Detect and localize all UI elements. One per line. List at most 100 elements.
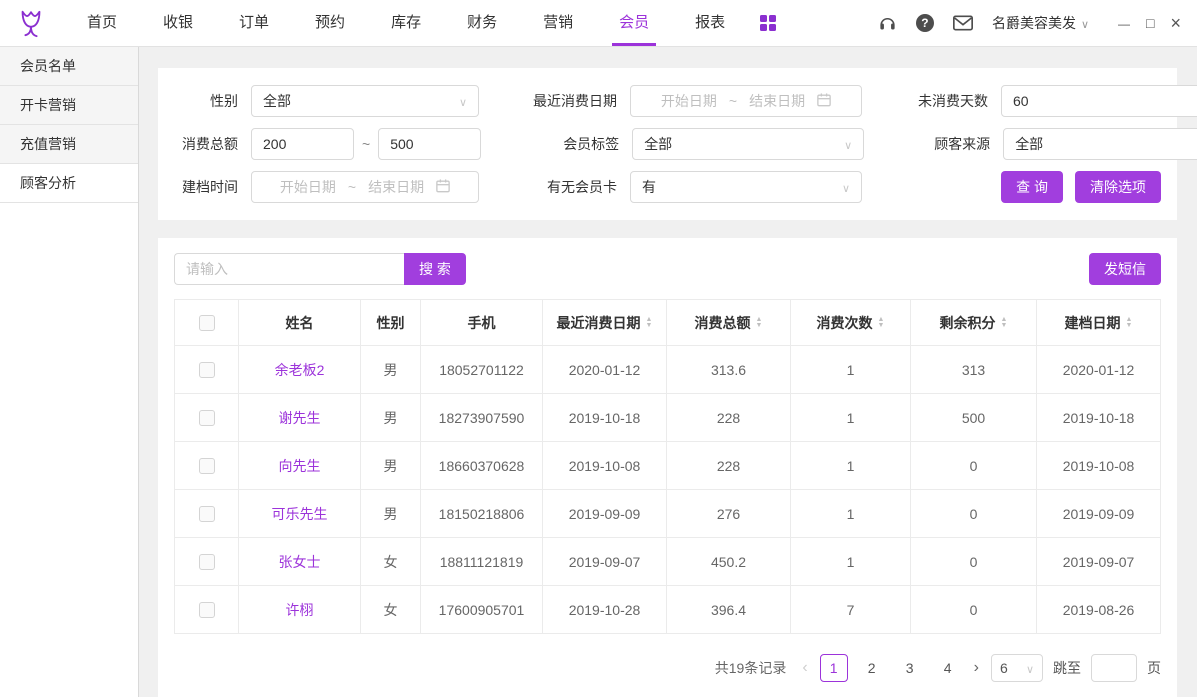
minimize-button[interactable] xyxy=(1118,16,1130,30)
total-cell: 396.4 xyxy=(667,586,791,634)
recent-date-range[interactable]: 开始日期 ~ 结束日期 xyxy=(630,85,862,117)
created-date-range[interactable]: 开始日期 ~ 结束日期 xyxy=(251,171,479,203)
sidebar-item-recharge-marketing[interactable]: 充值营销 xyxy=(0,125,138,164)
prev-page-button[interactable] xyxy=(800,659,809,677)
chevron-down-icon xyxy=(842,179,850,195)
sidebar-item-customer-analysis[interactable]: 顾客分析 xyxy=(0,164,138,203)
total-max-input[interactable] xyxy=(378,128,481,160)
table-header-row: 姓名 性别 手机 最近消费日期 消费总额 消费次数 剩余积分 建档日期 xyxy=(175,300,1161,346)
app-logo-icon[interactable] xyxy=(16,7,46,39)
points-cell: 0 xyxy=(911,538,1037,586)
clear-options-button[interactable]: 清除选项 xyxy=(1075,171,1161,203)
page-suffix: 页 xyxy=(1147,658,1161,678)
page-button-4[interactable]: 4 xyxy=(934,654,962,682)
table-row: 余老板2 男 18052701122 2020-01-12 313.6 1 31… xyxy=(175,346,1161,394)
count-cell: 1 xyxy=(791,442,911,490)
sidebar-item-card-marketing[interactable]: 开卡营销 xyxy=(0,86,138,125)
select-all-checkbox[interactable] xyxy=(199,315,215,331)
gender-cell: 男 xyxy=(361,346,421,394)
member-name-link[interactable]: 向先生 xyxy=(239,442,361,490)
member-name-link[interactable]: 谢先生 xyxy=(239,394,361,442)
row-checkbox[interactable] xyxy=(199,362,215,378)
row-checkbox[interactable] xyxy=(199,506,215,522)
member-name-link[interactable]: 余老板2 xyxy=(239,346,361,394)
sidebar: 会员名单 开卡营销 充值营销 顾客分析 xyxy=(0,47,139,697)
send-sms-button[interactable]: 发短信 xyxy=(1089,253,1161,285)
nav-item-cashier[interactable]: 收银 xyxy=(140,0,216,46)
main-content: 性别 全部 最近消费日期 开始日期 ~ 结束日期 未消费天数 xyxy=(139,47,1197,697)
member-name-link[interactable]: 张女士 xyxy=(239,538,361,586)
sort-icon[interactable] xyxy=(1001,317,1008,329)
last-date-cell: 2019-09-07 xyxy=(543,538,667,586)
member-tag-label: 会员标签 xyxy=(523,134,619,154)
sort-icon[interactable] xyxy=(1126,317,1133,329)
row-checkbox[interactable] xyxy=(199,458,215,474)
col-header-points[interactable]: 剩余积分 xyxy=(911,300,1037,346)
sidebar-item-member-list[interactable]: 会员名单 xyxy=(0,47,138,86)
table-row: 可乐先生 男 18150218806 2019-09-09 276 1 0 20… xyxy=(175,490,1161,538)
maximize-button[interactable] xyxy=(1146,16,1154,30)
nav-item-finance[interactable]: 财务 xyxy=(444,0,520,46)
table-row: 向先生 男 18660370628 2019-10-08 228 1 0 201… xyxy=(175,442,1161,490)
col-header-created[interactable]: 建档日期 xyxy=(1037,300,1161,346)
page-button-2[interactable]: 2 xyxy=(858,654,886,682)
table-row: 许栩 女 17600905701 2019-10-28 396.4 7 0 20… xyxy=(175,586,1161,634)
page-button-3[interactable]: 3 xyxy=(896,654,924,682)
created-cell: 2019-08-26 xyxy=(1037,586,1161,634)
search-input[interactable] xyxy=(174,253,404,285)
gender-label: 性别 xyxy=(174,91,238,111)
col-header-count[interactable]: 消费次数 xyxy=(791,300,911,346)
nav-item-reports[interactable]: 报表 xyxy=(672,0,748,46)
row-checkbox[interactable] xyxy=(199,410,215,426)
search-button[interactable]: 搜 索 xyxy=(404,253,466,285)
nav-item-home[interactable]: 首页 xyxy=(64,0,140,46)
customer-source-select[interactable]: 全部 xyxy=(1003,128,1197,160)
mail-icon[interactable] xyxy=(953,15,973,31)
gender-cell: 女 xyxy=(361,586,421,634)
no-consume-days-input[interactable] xyxy=(1001,85,1197,117)
next-page-button[interactable] xyxy=(972,659,981,677)
col-header-total[interactable]: 消费总额 xyxy=(667,300,791,346)
total-cell: 228 xyxy=(667,442,791,490)
total-cell: 450.2 xyxy=(667,538,791,586)
calendar-icon xyxy=(436,179,450,196)
apps-grid-icon[interactable] xyxy=(760,15,776,31)
pagination: 共19条记录 1 2 3 4 6 跳至 页 xyxy=(174,654,1161,682)
nav-item-members[interactable]: 会员 xyxy=(596,0,672,46)
jump-page-input[interactable] xyxy=(1091,654,1137,682)
sort-icon[interactable] xyxy=(646,317,653,329)
phone-cell: 18811121819 xyxy=(421,538,543,586)
sort-icon[interactable] xyxy=(756,317,763,329)
gender-select[interactable]: 全部 xyxy=(251,85,479,117)
total-min-input[interactable] xyxy=(251,128,354,160)
gender-cell: 男 xyxy=(361,490,421,538)
has-card-value: 有 xyxy=(642,177,656,197)
nav-item-orders[interactable]: 订单 xyxy=(216,0,292,46)
gender-value: 全部 xyxy=(263,91,291,111)
col-header-last-date[interactable]: 最近消费日期 xyxy=(543,300,667,346)
has-card-label: 有无会员卡 xyxy=(521,177,617,197)
has-card-select[interactable]: 有 xyxy=(630,171,862,203)
store-switcher[interactable]: 名爵美容美发 xyxy=(992,13,1089,33)
sort-icon[interactable] xyxy=(878,317,885,329)
page-button-1[interactable]: 1 xyxy=(820,654,848,682)
member-table: 姓名 性别 手机 最近消费日期 消费总额 消费次数 剩余积分 建档日期 余老板2… xyxy=(174,299,1161,634)
created-date-label: 建档时间 xyxy=(174,177,238,197)
gender-cell: 女 xyxy=(361,538,421,586)
headset-icon[interactable] xyxy=(878,14,897,33)
member-name-link[interactable]: 许栩 xyxy=(239,586,361,634)
page-size-select[interactable]: 6 xyxy=(991,654,1043,682)
nav-item-marketing[interactable]: 营销 xyxy=(520,0,596,46)
gender-cell: 男 xyxy=(361,442,421,490)
query-button[interactable]: 查 询 xyxy=(1001,171,1063,203)
row-checkbox[interactable] xyxy=(199,554,215,570)
nav-item-appointments[interactable]: 预约 xyxy=(292,0,368,46)
range-tilde: ~ xyxy=(362,136,370,152)
nav-item-inventory[interactable]: 库存 xyxy=(368,0,444,46)
page-size-value: 6 xyxy=(1000,660,1008,676)
member-name-link[interactable]: 可乐先生 xyxy=(239,490,361,538)
row-checkbox[interactable] xyxy=(199,602,215,618)
close-button[interactable] xyxy=(1170,14,1181,32)
member-tag-select[interactable]: 全部 xyxy=(632,128,864,160)
help-icon[interactable] xyxy=(916,14,934,32)
